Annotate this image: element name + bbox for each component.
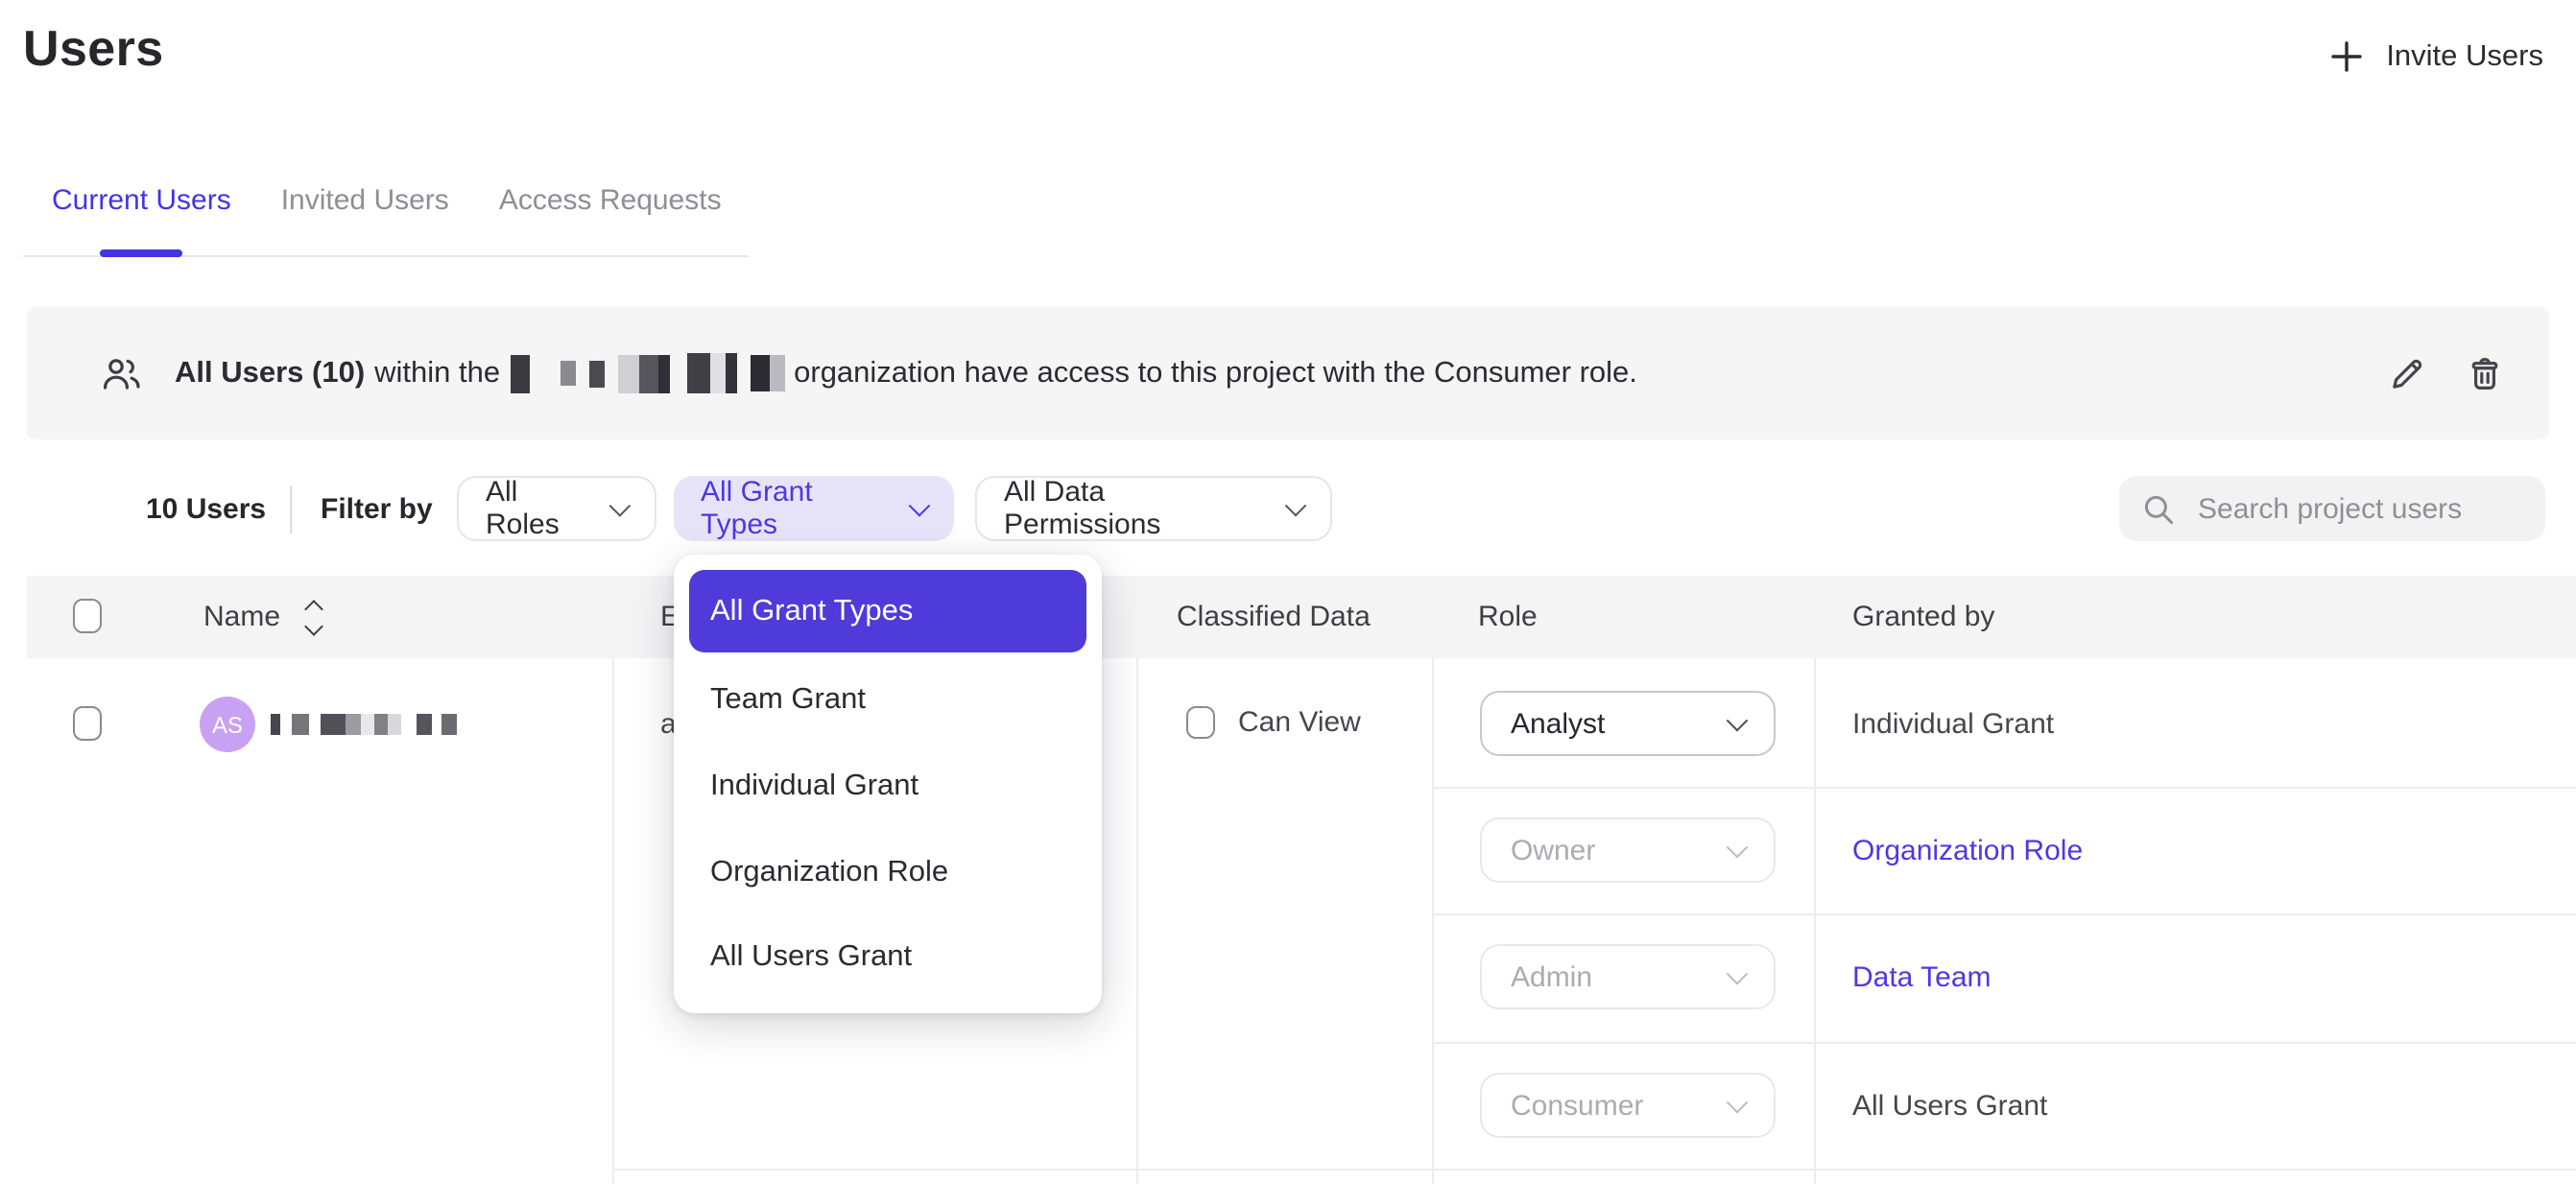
tab-current-users[interactable]: Current Users	[52, 184, 231, 217]
redacted-user-name	[271, 714, 457, 735]
redacted-org-name	[510, 352, 784, 394]
role-select-admin: Admin	[1480, 944, 1776, 1009]
role-select-value: Consumer	[1511, 1089, 1643, 1122]
active-tab-indicator	[100, 249, 182, 257]
column-header-name[interactable]: Name	[203, 601, 280, 633]
select-all-checkbox[interactable]	[73, 599, 102, 633]
users-page: Users Invite Users Current Users Invited…	[0, 0, 2576, 1184]
classified-data-cell: Can View	[1186, 706, 1361, 739]
all-grant-types-label: All Grant Types	[701, 476, 893, 541]
banner-text-post: organization have access to this project…	[794, 356, 1637, 391]
edit-pencil-icon[interactable]	[2388, 354, 2426, 392]
banner-text: All Users (10) within the orga	[175, 352, 1637, 394]
tab-invited-users[interactable]: Invited Users	[281, 184, 449, 217]
column-header-granted-by: Granted by	[1852, 601, 1994, 633]
banner-actions	[2388, 307, 2503, 439]
chevron-down-icon	[1727, 963, 1749, 985]
role-select-value: Admin	[1511, 960, 1592, 993]
plus-icon	[2328, 38, 2365, 75]
all-roles-label: All Roles	[486, 476, 594, 541]
column-border	[1814, 658, 1816, 1184]
people-icon	[100, 354, 144, 392]
column-border	[612, 658, 614, 1184]
granted-by-individual-grant: Individual Grant	[1852, 708, 2054, 741]
tab-bar: Current Users Invited Users Access Reque…	[52, 184, 722, 217]
filter-divider	[290, 485, 292, 533]
granted-by-data-team-link[interactable]: Data Team	[1852, 961, 1992, 994]
dropdown-option-organization-role[interactable]: Organization Role	[710, 856, 948, 890]
can-view-label: Can View	[1238, 706, 1361, 739]
grant-types-dropdown-menu: All Grant Types Team Grant Individual Gr…	[674, 555, 1102, 1013]
user-count: 10 Users	[146, 493, 266, 526]
dropdown-option-all-users-grant[interactable]: All Users Grant	[710, 940, 912, 975]
chevron-down-icon	[909, 495, 930, 516]
search-icon	[2142, 492, 2175, 525]
chevron-down-icon	[1727, 837, 1749, 859]
row-border	[612, 1169, 2576, 1171]
all-users-banner: All Users (10) within the orga	[27, 307, 2549, 439]
role-select-value: Owner	[1511, 834, 1595, 866]
role-select-owner: Owner	[1480, 817, 1776, 883]
chevron-down-icon	[1727, 1092, 1749, 1114]
column-border	[1136, 658, 1138, 1184]
row-border	[1432, 1042, 2576, 1044]
table-header: Name Email Classified Data Role Granted …	[27, 576, 2576, 658]
sort-icon[interactable]	[307, 603, 321, 633]
chevron-down-icon	[1285, 495, 1307, 517]
column-header-classified-data: Classified Data	[1177, 601, 1371, 633]
page-title: Users	[23, 19, 164, 79]
search-input[interactable]	[2194, 490, 2522, 527]
role-select-value: Analyst	[1511, 707, 1605, 740]
granted-by-organization-role-link[interactable]: Organization Role	[1852, 835, 2083, 867]
role-select-consumer: Consumer	[1480, 1073, 1776, 1138]
avatar: AS	[200, 697, 255, 752]
delete-trash-icon[interactable]	[2467, 354, 2503, 392]
banner-text-bold: All Users (10)	[175, 356, 365, 391]
column-border	[1432, 658, 1434, 1184]
invite-users-button[interactable]: Invite Users	[2328, 38, 2543, 75]
banner-text-pre: within the	[374, 356, 500, 391]
all-roles-filter[interactable]: All Roles	[457, 476, 656, 541]
can-view-checkbox[interactable]	[1186, 706, 1215, 739]
tab-access-requests[interactable]: Access Requests	[499, 184, 722, 217]
search-box	[2119, 476, 2545, 541]
filter-by-label: Filter by	[321, 493, 433, 526]
chevron-down-icon	[609, 495, 631, 516]
dropdown-option-individual-grant[interactable]: Individual Grant	[710, 770, 918, 804]
granted-by-all-users-grant: All Users Grant	[1852, 1090, 2047, 1123]
row-border	[1432, 913, 2576, 915]
dropdown-option-team-grant[interactable]: Team Grant	[710, 683, 866, 718]
dropdown-option-all-grant-types[interactable]: All Grant Types	[689, 570, 1086, 652]
all-data-permissions-label: All Data Permissions	[1004, 476, 1269, 541]
all-data-permissions-filter[interactable]: All Data Permissions	[975, 476, 1332, 541]
invite-users-label: Invite Users	[2386, 39, 2543, 74]
chevron-down-icon	[1727, 710, 1749, 732]
column-header-role: Role	[1478, 601, 1538, 633]
all-grant-types-filter[interactable]: All Grant Types	[674, 476, 954, 541]
role-select-analyst[interactable]: Analyst	[1480, 691, 1776, 756]
row-checkbox[interactable]	[73, 706, 102, 741]
row-border	[1432, 787, 2576, 789]
